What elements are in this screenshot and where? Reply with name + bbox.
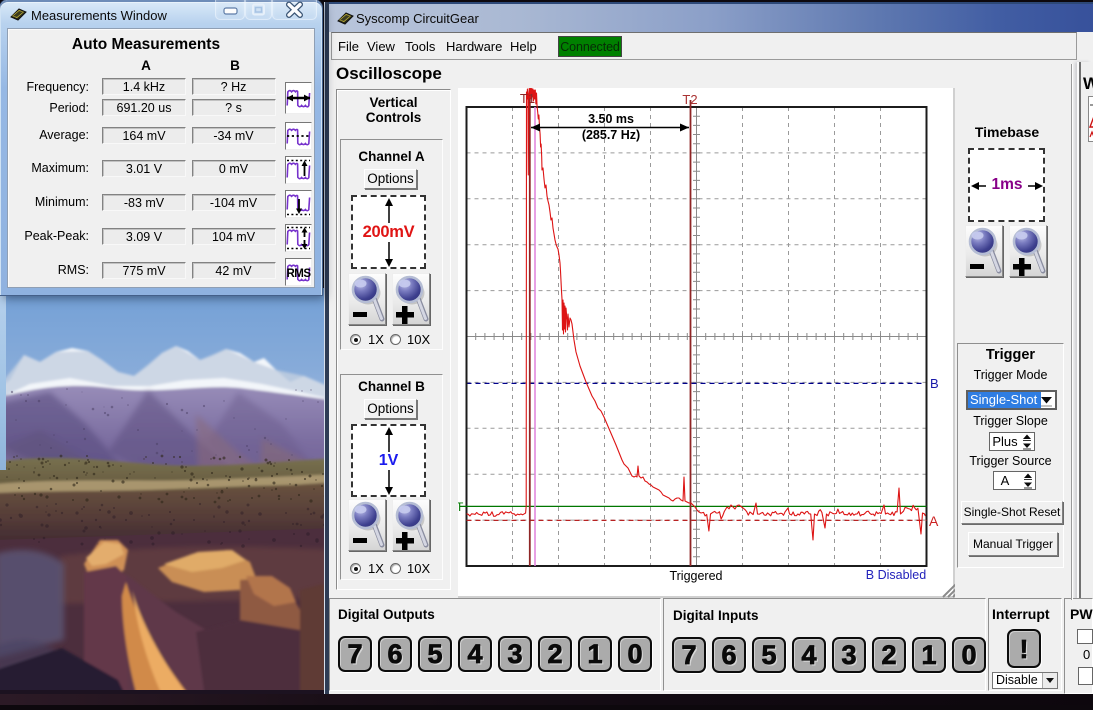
svg-text:B: B bbox=[930, 376, 939, 391]
svg-text:Triggered: Triggered bbox=[669, 569, 722, 583]
svg-text:3.50 ms: 3.50 ms bbox=[588, 112, 634, 126]
svg-text:(285.7 Hz): (285.7 Hz) bbox=[582, 128, 640, 142]
svg-text:T2: T2 bbox=[682, 92, 697, 107]
svg-text:T1: T1 bbox=[520, 91, 535, 106]
svg-text:A: A bbox=[929, 513, 939, 529]
svg-text:T: T bbox=[458, 500, 464, 514]
svg-text:B Disabled: B Disabled bbox=[866, 568, 926, 582]
svg-text:RMS: RMS bbox=[286, 268, 311, 280]
